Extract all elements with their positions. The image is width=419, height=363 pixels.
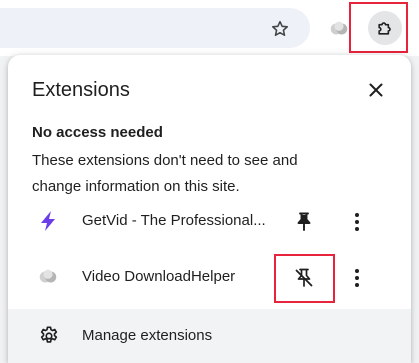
- gear-icon: [40, 326, 58, 343]
- extension-row-getvid[interactable]: GetVid - The Professional...: [8, 196, 411, 248]
- extension-name: GetVid - The Professional...: [82, 212, 266, 229]
- more-options-button[interactable]: [347, 209, 367, 235]
- more-options-button[interactable]: [347, 265, 367, 291]
- browser-toolbar: [0, 0, 419, 56]
- pin-icon: [297, 212, 311, 231]
- manage-extensions-button[interactable]: Manage extensions: [8, 309, 411, 363]
- manage-extensions-label: Manage extensions: [82, 327, 213, 344]
- more-vert-icon: [355, 213, 359, 231]
- unpin-icon: [295, 268, 313, 287]
- extensions-popup: Extensions No access needed These extens…: [8, 55, 411, 363]
- extension-row-video-downloadhelper[interactable]: Video DownloadHelper: [8, 252, 411, 304]
- extensions-button-highlight: [349, 2, 408, 53]
- section-description: These extensions don't need to see and c…: [32, 152, 298, 195]
- manage-icon-wrap: [37, 324, 61, 348]
- popup-title: Extensions: [32, 79, 130, 101]
- video-downloadhelper-icon: [39, 269, 57, 283]
- video-downloadhelper-icon: [330, 21, 348, 35]
- close-icon: [369, 83, 383, 97]
- close-button[interactable]: [362, 76, 390, 104]
- star-icon: [271, 20, 289, 37]
- bookmark-star-button[interactable]: [266, 15, 294, 43]
- extension-name: Video DownloadHelper: [82, 268, 236, 285]
- pin-button[interactable]: [291, 209, 317, 235]
- extension-icon: [36, 265, 60, 289]
- address-bar[interactable]: [0, 8, 310, 48]
- video-downloadhelper-toolbar-button[interactable]: [327, 17, 351, 41]
- unpin-button[interactable]: [291, 265, 317, 291]
- section-heading: No access needed: [32, 124, 163, 141]
- getvid-bolt-icon: [41, 211, 55, 231]
- extension-icon: [36, 209, 60, 233]
- more-vert-icon: [355, 269, 359, 287]
